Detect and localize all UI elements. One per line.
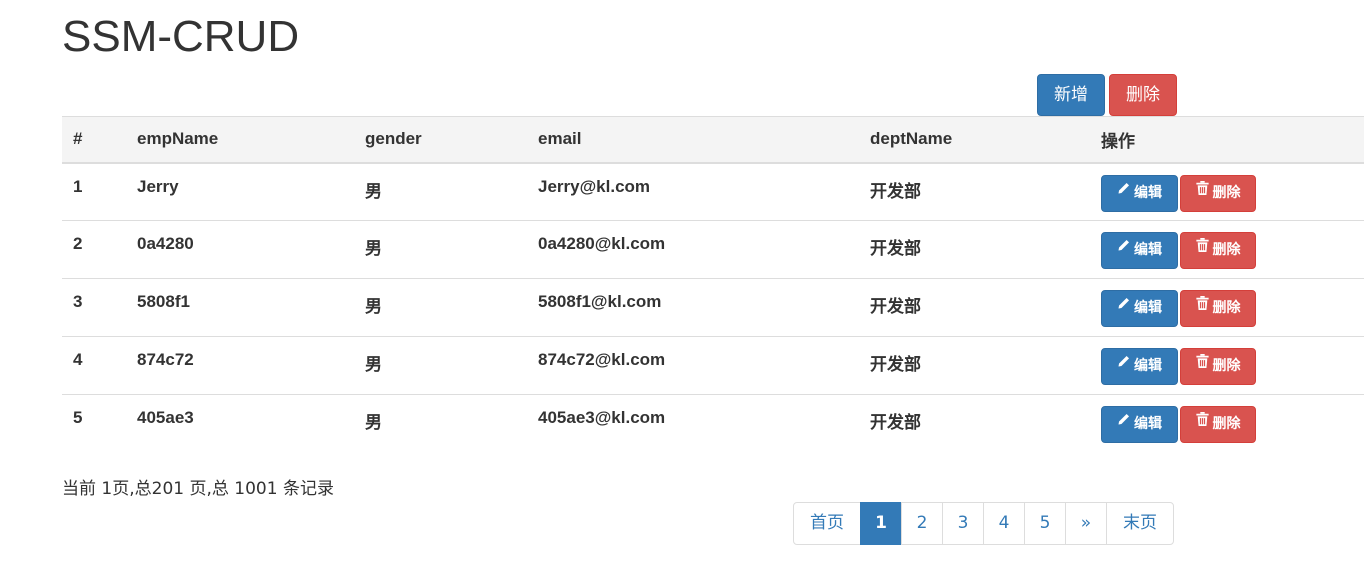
pencil-icon: [1117, 289, 1130, 324]
cell-deptname: 开发部: [870, 181, 921, 201]
cell-actions: 编辑 删除: [1090, 220, 1364, 279]
page-link-2[interactable]: 2: [901, 502, 943, 545]
page-title: SSM-CRUD: [62, 12, 300, 61]
employee-table: # empName gender email deptName 操作 1 Jerr…: [62, 116, 1364, 453]
table-row: 2 0a4280 男 0a4280@kl.com 开发部 编辑 删除: [62, 220, 1364, 279]
trash-icon: [1195, 405, 1209, 440]
cell-email: Jerry@kl.com: [538, 176, 651, 196]
delete-button[interactable]: 删除: [1180, 232, 1256, 269]
column-header-email: email: [527, 116, 859, 164]
cell-email: 405ae3@kl.com: [527, 394, 859, 453]
cell-email: 5808f1@kl.com: [527, 278, 859, 337]
edit-button[interactable]: 编辑: [1101, 406, 1178, 443]
column-header-deptname: deptName: [859, 116, 1090, 164]
page-first-link[interactable]: 首页: [793, 502, 861, 545]
edit-button[interactable]: 编辑: [1101, 290, 1178, 327]
cell-gender: 男: [354, 220, 527, 279]
table-row: 1 Jerry 男 Jerry@kl.com 开发部 编辑 删除: [62, 163, 1364, 221]
edit-button-label: 编辑: [1134, 416, 1162, 432]
cell-id: 5: [62, 394, 126, 453]
column-header-actions: 操作: [1090, 116, 1364, 164]
cell-deptname: 开发部: [859, 278, 1090, 337]
pencil-icon: [1117, 231, 1130, 266]
pencil-icon: [1117, 174, 1130, 209]
delete-button-label: 删除: [1212, 184, 1241, 201]
edit-button-label: 编辑: [1134, 184, 1162, 201]
edit-button[interactable]: 编辑: [1101, 232, 1178, 269]
add-button[interactable]: 新增: [1037, 74, 1105, 116]
table-body: 1 Jerry 男 Jerry@kl.com 开发部 编辑 删除 2 0a4280 男 0a4280…: [62, 163, 1364, 453]
cell-email: 0a4280@kl.com: [527, 220, 859, 279]
page-link-3[interactable]: 3: [942, 502, 984, 545]
cell-id: 3: [62, 278, 126, 337]
cell-gender: 男: [354, 394, 527, 453]
delete-button-label: 删除: [1212, 242, 1241, 258]
pagination: 首页 1 2 3 4 5 » 末页: [793, 502, 1174, 545]
cell-empname: 405ae3: [126, 394, 354, 453]
column-header-id: #: [62, 116, 126, 164]
table-row: 3 5808f1 男 5808f1@kl.com 开发部 编辑 删除: [62, 278, 1364, 337]
cell-deptname: 开发部: [859, 336, 1090, 395]
edit-button[interactable]: 编辑: [1101, 174, 1178, 212]
cell-id: 4: [62, 336, 126, 395]
table-row: 4 874c72 男 874c72@kl.com 开发部 编辑 删除: [62, 336, 1364, 395]
page-container: SSM-CRUD 新增 删除 # empName gender email de…: [62, 0, 1364, 561]
delete-button[interactable]: 删除: [1180, 174, 1256, 212]
edit-button[interactable]: 编辑: [1101, 348, 1178, 385]
cell-gender: 男: [354, 278, 527, 337]
page-info: 当前 1页,总201 页,总 1001 条记录: [62, 479, 334, 499]
cell-empname: 5808f1: [126, 278, 354, 337]
cell-email: 874c72@kl.com: [527, 336, 859, 395]
delete-button[interactable]: 删除: [1180, 290, 1256, 327]
cell-deptname: 开发部: [859, 220, 1090, 279]
table-row: 5 405ae3 男 405ae3@kl.com 开发部 编辑 删除: [62, 394, 1364, 453]
delete-all-button[interactable]: 删除: [1109, 74, 1177, 116]
trash-icon: [1195, 347, 1209, 382]
cell-empname: Jerry: [137, 176, 179, 196]
pencil-icon: [1117, 405, 1130, 440]
page-link-1[interactable]: 1: [860, 502, 902, 545]
pencil-icon: [1117, 347, 1130, 382]
page-link-4[interactable]: 4: [983, 502, 1025, 545]
cell-actions: 编辑 删除: [1090, 336, 1364, 395]
cell-empname: 0a4280: [126, 220, 354, 279]
cell-actions: 编辑 删除: [1090, 163, 1364, 221]
cell-id: 2: [62, 220, 126, 279]
column-header-gender: gender: [354, 116, 527, 164]
trash-icon: [1195, 289, 1209, 324]
table-header: # empName gender email deptName 操作: [62, 116, 1364, 164]
column-header-empname: empName: [126, 116, 354, 164]
edit-button-label: 编辑: [1134, 242, 1162, 258]
delete-button-label: 删除: [1212, 300, 1241, 316]
delete-button[interactable]: 删除: [1180, 406, 1256, 443]
edit-button-label: 编辑: [1134, 358, 1162, 374]
page-next-link[interactable]: »: [1065, 502, 1107, 545]
trash-icon: [1195, 231, 1209, 266]
cell-actions: 编辑 删除: [1090, 278, 1364, 337]
cell-actions: 编辑 删除: [1090, 394, 1364, 453]
page-link-5[interactable]: 5: [1024, 502, 1066, 545]
delete-button[interactable]: 删除: [1180, 348, 1256, 385]
delete-button-label: 删除: [1212, 358, 1241, 374]
edit-button-label: 编辑: [1134, 300, 1162, 316]
cell-gender: 男: [365, 181, 382, 201]
table-header-row: # empName gender email deptName 操作: [62, 116, 1364, 164]
trash-icon: [1195, 174, 1209, 209]
page-last-link[interactable]: 末页: [1106, 502, 1174, 545]
cell-deptname: 开发部: [859, 394, 1090, 453]
cell-gender: 男: [354, 336, 527, 395]
cell-id: 1: [73, 176, 83, 196]
delete-button-label: 删除: [1212, 416, 1241, 432]
cell-empname: 874c72: [126, 336, 354, 395]
